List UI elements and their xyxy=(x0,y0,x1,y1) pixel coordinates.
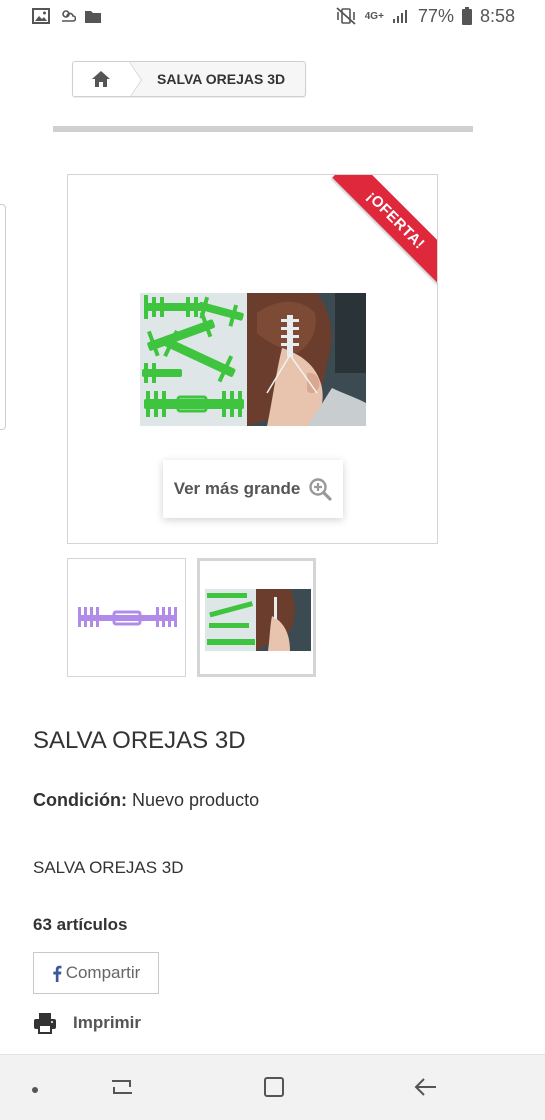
product-title: SALVA OREJAS 3D xyxy=(33,727,246,754)
printer-icon xyxy=(34,1013,56,1034)
back-icon[interactable] xyxy=(414,1075,438,1099)
stock-quantity: 63 artículos xyxy=(33,915,128,934)
facebook-icon xyxy=(52,965,62,982)
divider xyxy=(53,126,473,132)
print-link[interactable]: Imprimir xyxy=(33,1012,141,1034)
thumbnail-1[interactable] xyxy=(67,558,186,677)
battery-icon xyxy=(461,7,472,25)
nav-dot-icon xyxy=(32,1087,38,1093)
battery-percent: 77% xyxy=(417,5,454,26)
folder-icon xyxy=(85,11,101,23)
product-condition: Condición: Nuevo producto xyxy=(33,790,259,811)
home-button-icon[interactable] xyxy=(262,1075,286,1099)
share-facebook-button[interactable]: Compartir xyxy=(33,952,159,994)
status-bar: 4G+ 77% 8:58 xyxy=(0,0,545,32)
breadcrumb-home[interactable] xyxy=(73,62,142,96)
condition-label: Condición: xyxy=(33,790,127,810)
green-ear-saver-thumbnail xyxy=(205,589,311,651)
woman-wearing-ear-saver-image xyxy=(247,293,366,426)
product-short-description: SALVA OREJAS 3D xyxy=(33,858,184,877)
status-right: 4G+ 77% 8:58 xyxy=(335,6,515,27)
home-icon xyxy=(92,71,110,87)
signal-icon xyxy=(392,10,407,23)
gallery-icon xyxy=(32,8,50,24)
status-left xyxy=(32,8,102,24)
vibrate-mute-icon xyxy=(336,7,356,25)
view-larger-label: Ver más grande xyxy=(173,479,301,498)
product-photo xyxy=(140,293,366,426)
network-type: 4G+ xyxy=(364,10,384,22)
thumbnail-2[interactable] xyxy=(197,558,316,677)
zoom-in-icon xyxy=(309,478,332,501)
side-drawer-handle[interactable] xyxy=(0,204,6,430)
view-larger-button[interactable]: Ver más grande xyxy=(163,460,343,518)
share-label: Compartir xyxy=(65,963,141,982)
weather-icon xyxy=(62,10,76,22)
offer-badge: ¡OFERTA! xyxy=(332,175,437,284)
android-nav-bar xyxy=(0,1054,545,1120)
clock: 8:58 xyxy=(479,5,515,26)
breadcrumb: SALVA OREJAS 3D xyxy=(72,61,306,97)
purple-ear-saver-thumbnail xyxy=(78,607,177,627)
main-product-image[interactable]: ¡OFERTA! Ver más grande xyxy=(67,174,438,544)
breadcrumb-separator-inner xyxy=(129,62,141,96)
condition-value: Nuevo producto xyxy=(132,790,260,810)
print-label: Imprimir xyxy=(73,1013,142,1032)
breadcrumb-current: SALVA OREJAS 3D xyxy=(157,71,286,87)
green-ear-savers-image xyxy=(140,293,247,426)
recent-apps-icon[interactable] xyxy=(110,1075,134,1099)
